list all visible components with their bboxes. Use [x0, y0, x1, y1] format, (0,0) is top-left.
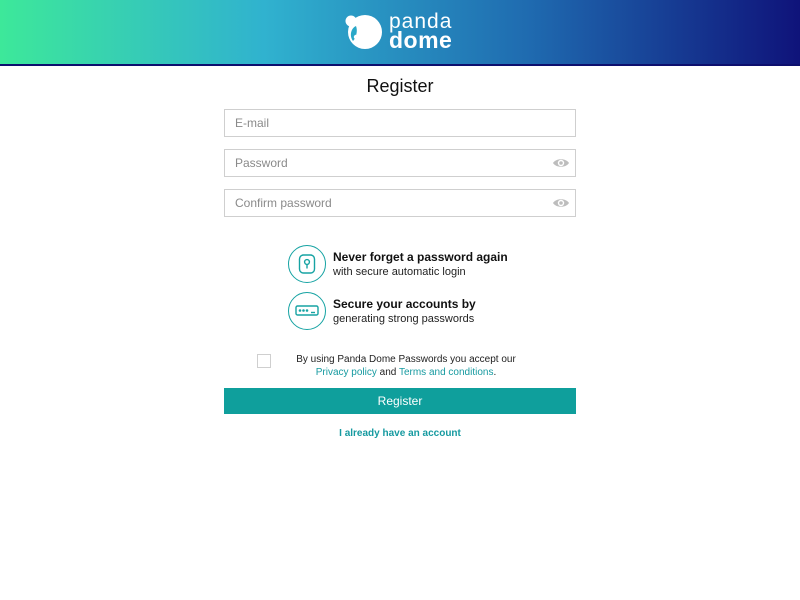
feature-title: Never forget a password again [333, 250, 508, 264]
privacy-policy-link[interactable]: Privacy policy [316, 367, 377, 378]
feature-title: Secure your accounts by [333, 297, 476, 311]
consent-text-and: and [376, 367, 399, 378]
existing-account-link[interactable]: I already have an account [0, 428, 800, 439]
password-input[interactable] [225, 150, 545, 176]
terms-link[interactable]: Terms and conditions [399, 367, 494, 378]
eye-icon[interactable] [552, 196, 570, 210]
feature-strong-passwords: Secure your accounts by generating stron… [288, 292, 518, 332]
logo-word-dome: dome [389, 27, 453, 53]
consent-text-before: By using Panda Dome Passwords you accept… [296, 354, 516, 365]
lock-icon [288, 245, 326, 283]
panda-logo-icon [345, 15, 382, 49]
confirm-password-field[interactable] [224, 189, 576, 217]
header-divider [0, 64, 800, 66]
logo-wordmark: panda dome [389, 11, 453, 53]
register-button[interactable]: Register [224, 388, 576, 414]
feature-subtitle: generating strong passwords [333, 313, 475, 325]
confirm-password-input[interactable] [225, 190, 545, 216]
password-field-icon [288, 292, 326, 330]
consent-text-after: . [493, 367, 497, 378]
feature-auto-login: Never forget a password again with secur… [288, 245, 518, 285]
page-title: Register [366, 76, 434, 96]
eye-icon[interactable] [552, 156, 570, 170]
panda-dome-logo: panda dome [343, 11, 463, 54]
consent-text: By using Panda Dome Passwords you accept… [284, 353, 528, 379]
terms-checkbox[interactable] [257, 354, 271, 368]
email-input[interactable] [225, 110, 545, 136]
password-field[interactable] [224, 149, 576, 177]
email-field[interactable] [224, 109, 576, 137]
feature-subtitle: with secure automatic login [333, 266, 466, 278]
